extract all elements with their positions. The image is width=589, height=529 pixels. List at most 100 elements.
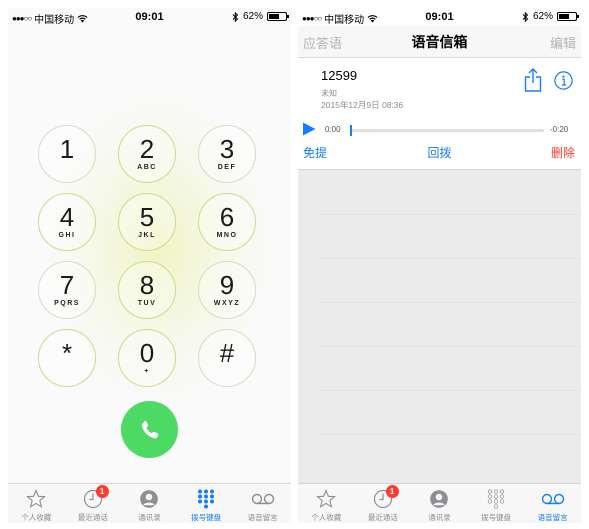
star-icon: [316, 488, 337, 510]
tab-keypad[interactable]: 拨号键盘: [178, 484, 235, 523]
elapsed-time: 0:00: [325, 125, 341, 134]
list-divider: [320, 214, 581, 215]
voicemail-icon: [541, 488, 565, 510]
missed-calls-badge: 1: [385, 485, 399, 498]
voicemail-actions: 免提 回拨 删除: [298, 144, 581, 162]
key-letters: MNO: [216, 232, 238, 239]
key-2[interactable]: 2 ABC: [118, 125, 176, 183]
key-5[interactable]: 5 JKL: [118, 193, 176, 251]
tab-label: 通讯录: [138, 513, 161, 522]
battery-icon: [557, 12, 579, 21]
tab-label: 个人收藏: [21, 513, 52, 522]
key-digit: *: [61, 338, 73, 368]
key-7[interactable]: 7 PQRS: [38, 261, 96, 319]
status-bar: ●●●○○ 中国移动 09:01 62%: [8, 8, 291, 26]
key-digit: 2: [139, 134, 155, 164]
battery-icon: [267, 12, 289, 21]
key-digit: 5: [139, 202, 155, 232]
list-divider: [320, 434, 581, 435]
key-letters: TUV: [137, 300, 157, 307]
remaining-time: -0:20: [550, 125, 569, 134]
tab-star[interactable]: 个人收藏: [298, 484, 355, 523]
key-digit: 7: [59, 270, 75, 300]
key-digit: #: [219, 338, 235, 368]
missed-calls-badge: 1: [95, 485, 109, 498]
play-icon[interactable]: [302, 122, 316, 136]
voicemail-screen: ●●●○○ 中国移动 09:01 62% 应答语 语音信箱 编辑 12599 未…: [298, 8, 581, 523]
tab-label: 语音留言: [247, 513, 278, 522]
contact-icon: [429, 488, 449, 510]
keypad-icon: [196, 488, 216, 510]
voicemail-date: 2015年12月9日 08:36: [321, 100, 404, 110]
key-digit: 4: [59, 202, 75, 232]
share-icon[interactable]: [523, 67, 543, 93]
keypad-icon: [486, 488, 506, 510]
key-8[interactable]: 8 TUV: [118, 261, 176, 319]
key-letters: DEF: [217, 164, 237, 171]
screenshot-root: ●●●○○ 中国移动 09:01 62% 1 2 ABC 3 DEF 4 GHI 5 JKL 6 M…: [0, 0, 589, 529]
tab-voicemail[interactable]: 语音留言: [524, 484, 581, 523]
key-digit: 8: [139, 270, 155, 300]
page-title: 语音信箱: [411, 34, 468, 50]
tab-label: 最近通话: [367, 513, 398, 522]
battery-percent: 62%: [242, 11, 263, 22]
caller-location: 未知: [321, 89, 337, 98]
voicemail-icon: [251, 488, 275, 510]
key-4[interactable]: 4 GHI: [38, 193, 96, 251]
key-digit: 0: [139, 338, 155, 368]
list-divider: [320, 302, 581, 303]
voicemail-list-empty-area: [298, 170, 581, 483]
bluetooth-icon: [232, 11, 239, 22]
delete-button[interactable]: 删除: [551, 144, 575, 161]
tab-label: 拨号键盘: [481, 513, 512, 522]
key-digit: 6: [219, 202, 235, 232]
tab-label: 拨号键盘: [191, 513, 222, 522]
tab-bar: 个人收藏 最近通话 1 通讯录 拨号键盘 语音留言: [8, 483, 291, 523]
keypad-screen: ●●●○○ 中国移动 09:01 62% 1 2 ABC 3 DEF 4 GHI 5 JKL 6 M…: [8, 8, 291, 523]
key-letters: GHI: [58, 232, 76, 239]
tab-contact[interactable]: 通讯录: [411, 484, 468, 523]
tab-voicemail[interactable]: 语音留言: [234, 484, 291, 523]
tab-clock[interactable]: 最近通话 1: [355, 484, 412, 523]
key-1[interactable]: 1: [38, 125, 96, 183]
key-hash[interactable]: #: [198, 329, 256, 387]
list-divider: [320, 258, 581, 259]
tab-keypad[interactable]: 拨号键盘: [468, 484, 525, 523]
playback-scrubber[interactable]: [350, 125, 544, 136]
info-icon[interactable]: [554, 71, 573, 90]
key-letters: JKL: [138, 232, 156, 239]
tab-label: 个人收藏: [311, 513, 342, 522]
star-icon: [26, 488, 47, 510]
key-letters: WXYZ: [213, 300, 241, 307]
status-bar: ●●●○○ 中国移动 09:01 62%: [298, 8, 581, 26]
tab-star[interactable]: 个人收藏: [8, 484, 65, 523]
call-back-button[interactable]: 回拨: [298, 144, 581, 161]
voicemail-item[interactable]: 12599 未知 2015年12月9日 08:36 0:00 -0:20 免提 …: [298, 58, 581, 170]
key-digit: 1: [59, 134, 75, 164]
contact-icon: [139, 488, 159, 510]
call-button[interactable]: [121, 401, 178, 458]
battery-percent: 62%: [532, 11, 553, 22]
key-0[interactable]: 0 +: [118, 329, 176, 387]
bluetooth-icon: [522, 11, 529, 22]
key-3[interactable]: 3 DEF: [198, 125, 256, 183]
key-letters: +: [144, 368, 150, 375]
edit-button[interactable]: 编辑: [550, 33, 576, 52]
list-divider: [320, 346, 581, 347]
caller-number: 12599: [321, 68, 358, 83]
tab-label: 最近通话: [77, 513, 108, 522]
key-star[interactable]: *: [38, 329, 96, 387]
tab-label: 通讯录: [428, 513, 451, 522]
key-9[interactable]: 9 WXYZ: [198, 261, 256, 319]
key-6[interactable]: 6 MNO: [198, 193, 256, 251]
phone-icon: [141, 420, 158, 438]
tab-bar: 个人收藏 最近通话 1 通讯录 拨号键盘 语音留言: [298, 483, 581, 523]
key-digit: 3: [219, 134, 235, 164]
key-letters: PQRS: [54, 300, 80, 307]
key-digit: 9: [219, 270, 235, 300]
scrubber-thumb[interactable]: [350, 125, 352, 136]
list-divider: [320, 390, 581, 391]
tab-contact[interactable]: 通讯录: [121, 484, 178, 523]
tab-clock[interactable]: 最近通话 1: [65, 484, 122, 523]
nav-bar: 应答语 语音信箱 编辑: [298, 26, 581, 58]
